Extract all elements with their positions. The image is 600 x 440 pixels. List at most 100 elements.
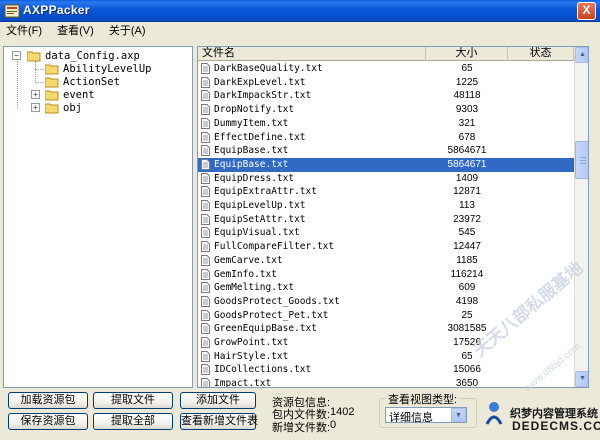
menu-view[interactable]: 查看(V) — [51, 22, 100, 40]
file-size: 48118 — [453, 90, 481, 102]
text-file-icon — [201, 145, 210, 157]
folder-tree[interactable]: − data_Config.axp AbilityLevelUp ActionS… — [3, 46, 193, 388]
file-name: EquipLevelUp.txt — [214, 200, 306, 211]
table-row[interactable]: EquipSetAttr.txt 23972 — [198, 213, 574, 227]
text-file-icon — [201, 131, 210, 143]
file-size: 15066 — [453, 364, 481, 376]
load-package-button[interactable]: 加载资源包 — [8, 392, 88, 409]
table-row[interactable]: EquipDress.txt 1409 — [198, 172, 574, 186]
table-row[interactable]: DummyItem.txt 321 — [198, 117, 574, 131]
file-name: FullCompareFilter.txt — [214, 241, 335, 253]
file-name: IDCollections.txt — [214, 364, 312, 376]
list-header: 文件名 大小 状态 — [198, 47, 574, 61]
file-size: 609 — [458, 282, 476, 294]
save-package-button[interactable]: 保存资源包 — [8, 413, 88, 430]
text-file-icon — [201, 350, 210, 362]
file-name: EquipBase.txt — [214, 145, 289, 157]
file-size: 545 — [458, 227, 476, 239]
new-count-label: 新增文件数: — [272, 422, 331, 434]
file-size: 3650 — [455, 378, 479, 387]
text-file-icon — [201, 63, 210, 74]
text-file-icon — [201, 323, 210, 335]
add-file-button[interactable]: 添加文件 — [180, 392, 256, 409]
file-size: 5864671 — [447, 145, 487, 157]
text-file-icon — [201, 295, 210, 307]
file-name: DarkExpLevel.txt — [214, 76, 306, 88]
column-header-size[interactable]: 大小 — [426, 47, 508, 61]
table-row[interactable]: EquipExtraAttr.txt 12871 — [198, 185, 574, 199]
extract-file-button[interactable]: 提取文件 — [93, 392, 173, 409]
expand-icon[interactable]: + — [31, 103, 40, 112]
table-row[interactable]: HairStyle.txt 65 — [198, 350, 574, 364]
file-count-value: 1402 — [330, 406, 355, 418]
folder-icon — [45, 64, 59, 75]
folder-icon — [45, 103, 59, 114]
table-row[interactable]: GemCarve.txt 1185 — [198, 254, 574, 268]
collapse-icon[interactable]: − — [12, 51, 21, 60]
scroll-down-button[interactable]: ▼ — [575, 371, 588, 387]
title-bar[interactable]: AXPPacker X — [0, 0, 600, 22]
table-row[interactable]: DarkBaseQuality.txt 65 — [198, 62, 574, 76]
file-name: EquipVisual.txt — [214, 227, 300, 239]
file-size: 1185 — [456, 254, 478, 266]
scroll-thumb[interactable] — [575, 141, 588, 179]
file-name: DummyItem.txt — [214, 117, 289, 129]
table-row[interactable]: DarkExpLevel.txt 1225 — [198, 76, 574, 90]
file-list[interactable]: 文件名 大小 状态 DarkBaseQuality.txt 65 DarkExpLe… — [197, 46, 589, 388]
list-rows: DarkBaseQuality.txt 65 DarkExpLevel.txt 122… — [198, 62, 574, 387]
table-row[interactable]: GrowPoint.txt 17526 — [198, 336, 574, 350]
table-row[interactable]: EquipLevelUp.txt 113 — [198, 199, 574, 213]
table-row[interactable]: EquipBase.txt 5864671 — [198, 144, 574, 158]
text-file-icon — [201, 254, 210, 266]
table-row[interactable]: DarkImpackStr.txt 48118 — [198, 89, 574, 103]
tree-line — [35, 69, 43, 70]
file-name: GoodsProtect_Goods.txt — [214, 295, 340, 307]
text-file-icon — [201, 213, 210, 225]
expand-icon[interactable]: + — [31, 90, 40, 99]
table-row[interactable]: IDCollections.txt 15066 — [198, 363, 574, 377]
table-row[interactable]: EffectDefine.txt 678 — [198, 131, 574, 145]
watermark-line2: DEDECMS.COM — [512, 419, 600, 433]
file-size: 1409 — [455, 172, 479, 184]
tree-label: event — [63, 89, 95, 101]
menu-file[interactable]: 文件(F) — [0, 22, 48, 40]
column-header-status[interactable]: 状态 — [508, 47, 574, 61]
tree-line — [35, 82, 43, 83]
table-row[interactable]: GemInfo.txt 116214 — [198, 268, 574, 282]
text-file-icon — [201, 378, 210, 387]
extract-all-button[interactable]: 提取全部 — [93, 413, 173, 430]
folder-icon — [45, 77, 59, 88]
file-size: 321 — [458, 117, 476, 129]
text-file-icon — [201, 158, 210, 170]
text-file-icon — [201, 337, 210, 348]
text-file-icon — [201, 227, 210, 239]
file-size: 1225 — [455, 76, 479, 88]
table-row[interactable]: EquipVisual.txt 545 — [198, 226, 574, 240]
text-file-icon — [201, 309, 210, 321]
menu-about[interactable]: 关于(A) — [103, 22, 152, 40]
tree-label: data_Config.axp — [45, 50, 140, 62]
file-name: DarkBaseQuality.txt — [214, 63, 323, 74]
column-header-name[interactable]: 文件名 — [198, 47, 426, 61]
scroll-up-button[interactable]: ▲ — [575, 47, 588, 63]
file-name: GreenEquipBase.txt — [214, 323, 317, 335]
file-name: EquipSetAttr.txt — [214, 213, 306, 225]
file-size: 678 — [458, 131, 476, 143]
view-new-files-button[interactable]: 查看新增文件表 — [180, 413, 258, 430]
text-file-icon — [201, 172, 210, 184]
file-name: HairStyle.txt — [214, 350, 289, 362]
close-button[interactable]: X — [577, 2, 596, 20]
table-row[interactable]: FullCompareFilter.txt 12447 — [198, 240, 574, 254]
tree-label: AbilityLevelUp — [63, 63, 152, 75]
table-row[interactable]: DropNotify.txt 9303 — [198, 103, 574, 117]
table-row[interactable]: GemMelting.txt 609 — [198, 281, 574, 295]
file-size: 65 — [461, 350, 473, 362]
file-size: 4198 — [455, 295, 479, 307]
view-type-select[interactable]: 详细信息 ▼ — [385, 407, 467, 424]
dedecms-logo-icon — [485, 402, 503, 425]
table-row[interactable]: Impact.txt 3650 — [198, 377, 574, 387]
file-name: GemInfo.txt — [214, 268, 277, 280]
vertical-scrollbar[interactable]: ▲ ▼ — [574, 47, 588, 387]
table-row[interactable]: EquipBase.txt 5864671 — [198, 157, 574, 172]
chevron-down-icon[interactable]: ▼ — [451, 408, 466, 422]
